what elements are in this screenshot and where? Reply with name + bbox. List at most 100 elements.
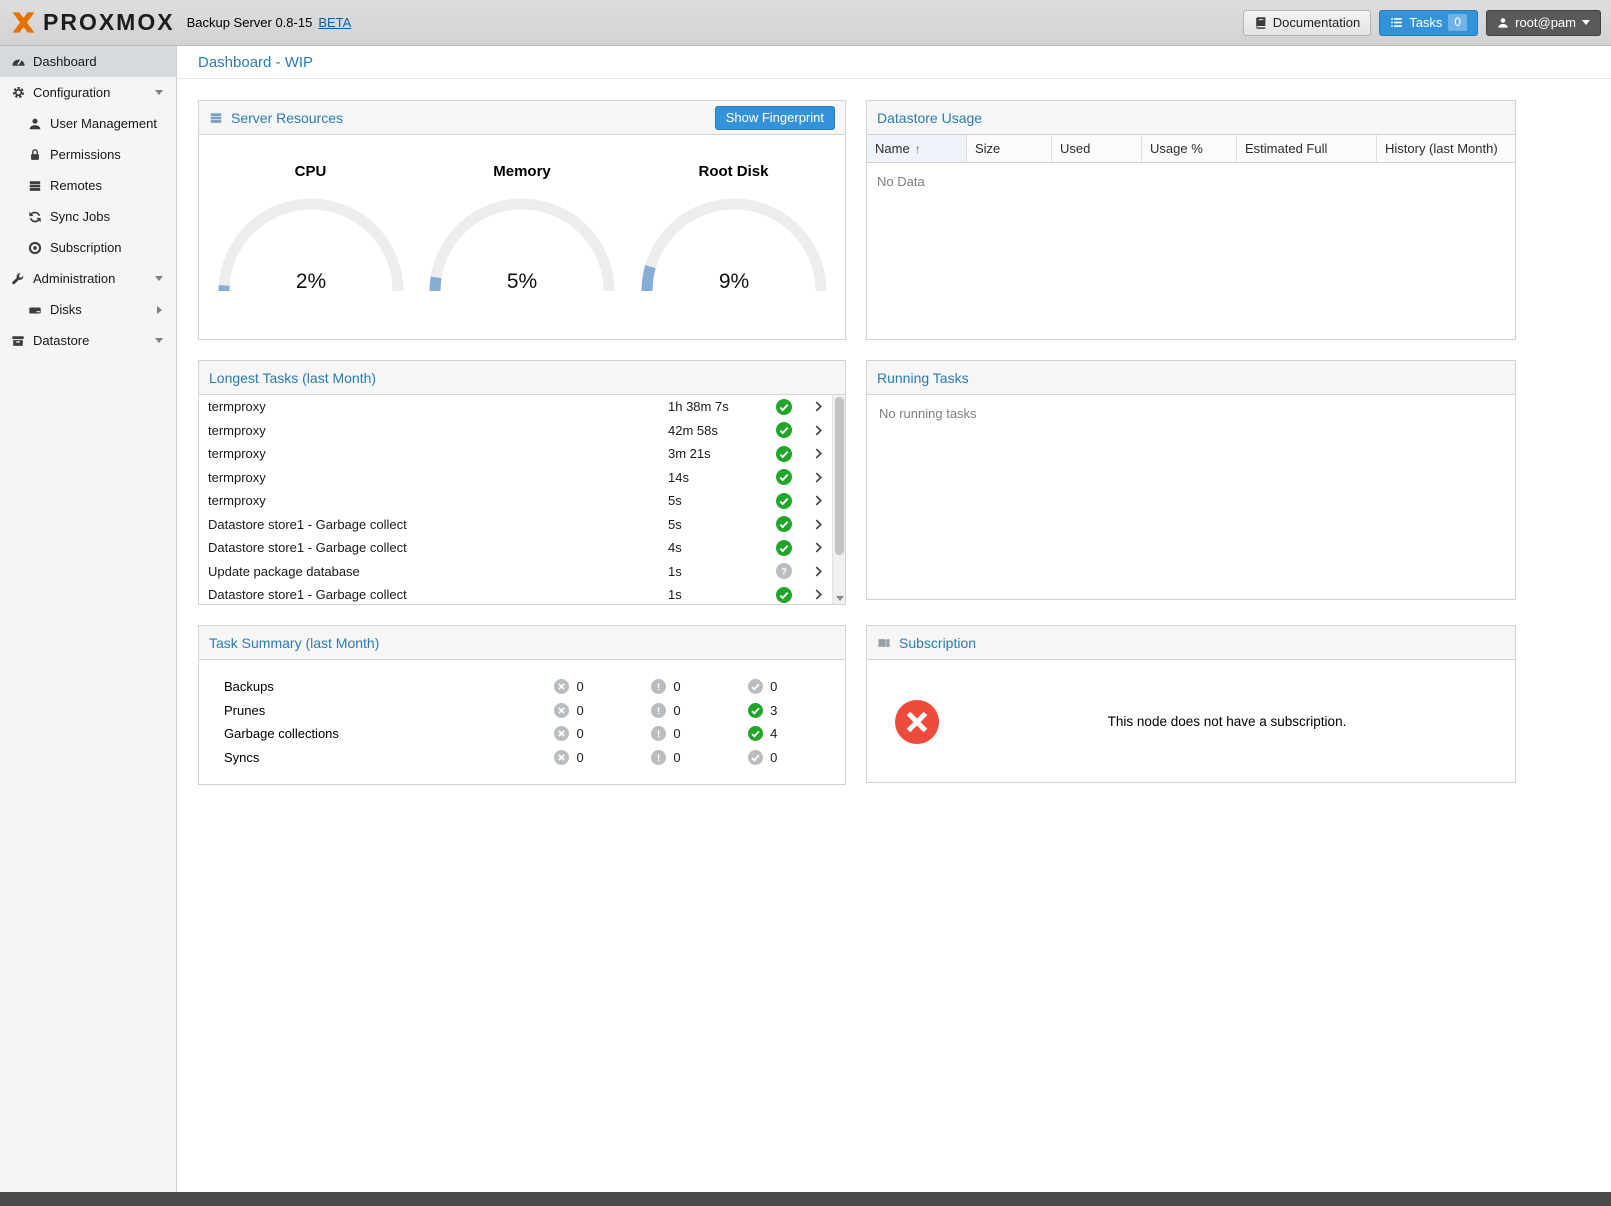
task-row[interactable]: termproxy42m 58s bbox=[199, 419, 834, 443]
svg-text:?: ? bbox=[781, 567, 787, 578]
task-name: termproxy bbox=[208, 493, 668, 508]
panel-title: Subscription bbox=[899, 635, 976, 651]
gauge-label: Root Disk bbox=[634, 163, 834, 180]
open-task-button[interactable] bbox=[803, 424, 833, 437]
svg-text:!: ! bbox=[657, 753, 660, 763]
scrollbar-thumb[interactable] bbox=[835, 397, 844, 555]
column-header-size[interactable]: Size bbox=[967, 135, 1052, 162]
panel-title: Task Summary (last Month) bbox=[209, 635, 379, 651]
task-row[interactable]: termproxy5s bbox=[199, 489, 834, 513]
gauge-arc: 5% bbox=[427, 196, 617, 296]
app-title: Backup Server 0.8-15 bbox=[187, 15, 313, 30]
count-value: 0 bbox=[576, 679, 583, 694]
summary-error-count: 0 bbox=[554, 750, 651, 765]
sidebar-item-remotes[interactable]: Remotes bbox=[0, 170, 176, 201]
open-task-button[interactable] bbox=[803, 447, 833, 460]
column-label: Size bbox=[975, 141, 1000, 156]
app-header: PROXMOX Backup Server 0.8-15 BETA Docume… bbox=[0, 0, 1611, 46]
open-task-button[interactable] bbox=[803, 518, 833, 531]
status-ok-icon bbox=[776, 516, 792, 532]
show-fingerprint-button[interactable]: Show Fingerprint bbox=[715, 106, 835, 130]
task-row[interactable]: Update package database1s? bbox=[199, 560, 834, 584]
count-value: 0 bbox=[576, 750, 583, 765]
column-header-name[interactable]: Name↑ bbox=[867, 135, 967, 162]
gears-icon bbox=[10, 85, 26, 101]
gauge-memory: Memory 5% bbox=[422, 163, 622, 340]
gauge-value: 5% bbox=[507, 270, 537, 293]
task-name: Datastore store1 - Garbage collect bbox=[208, 540, 668, 555]
summary-ok-count: 0 bbox=[748, 750, 845, 765]
task-summary-body: Backups0!00Prunes0!03Garbage collections… bbox=[199, 660, 845, 769]
chevron-down-icon bbox=[155, 276, 163, 281]
logo-text: PROXMOX bbox=[43, 9, 175, 36]
count-value: 0 bbox=[673, 703, 680, 718]
user-menu-button[interactable]: root@pam bbox=[1486, 10, 1601, 36]
error-count-icon bbox=[554, 726, 569, 741]
times-circle-icon bbox=[895, 700, 939, 744]
documentation-button[interactable]: Documentation bbox=[1243, 10, 1371, 36]
sidebar-item-permissions[interactable]: Permissions bbox=[0, 139, 176, 170]
sidebar-item-label: Remotes bbox=[50, 178, 102, 193]
task-row[interactable]: termproxy14s bbox=[199, 466, 834, 490]
sidebar-item-configuration[interactable]: Configuration bbox=[0, 77, 176, 108]
chevron-right-icon bbox=[812, 565, 825, 578]
status-ok-icon bbox=[776, 493, 792, 509]
column-header-estimated-full[interactable]: Estimated Full bbox=[1237, 135, 1377, 162]
column-header-used[interactable]: Used bbox=[1052, 135, 1142, 162]
column-label: Name bbox=[875, 141, 910, 156]
window-footer bbox=[0, 1192, 1611, 1206]
count-value: 4 bbox=[770, 726, 777, 741]
task-status bbox=[765, 446, 803, 462]
page-title: Dashboard - WIP bbox=[198, 54, 313, 71]
resource-gauges: CPU 2% Memory 5% Root Disk 9% bbox=[199, 135, 845, 340]
svg-text:!: ! bbox=[657, 706, 660, 716]
task-row[interactable]: Datastore store1 - Garbage collect5s bbox=[199, 513, 834, 537]
open-task-button[interactable] bbox=[803, 471, 833, 484]
open-task-button[interactable] bbox=[803, 400, 833, 413]
task-row[interactable]: Datastore store1 - Garbage collect1s bbox=[199, 583, 834, 605]
task-name: termproxy bbox=[208, 423, 668, 438]
refresh-icon bbox=[27, 209, 43, 225]
open-task-button[interactable] bbox=[803, 588, 833, 601]
summary-row-syncs: Syncs0!00 bbox=[224, 746, 845, 770]
open-task-button[interactable] bbox=[803, 565, 833, 578]
sidebar-item-user-management[interactable]: User Management bbox=[0, 108, 176, 139]
beta-link[interactable]: BETA bbox=[318, 15, 351, 30]
summary-ok-count: 4 bbox=[748, 726, 845, 741]
task-row[interactable]: Datastore store1 - Garbage collect4s bbox=[199, 536, 834, 560]
gauge-value: 9% bbox=[718, 270, 748, 293]
panel-title: Datastore Usage bbox=[877, 110, 982, 126]
gauge-value: 2% bbox=[295, 270, 325, 293]
open-task-button[interactable] bbox=[803, 541, 833, 554]
page-titlebar: Dashboard - WIP bbox=[178, 46, 1611, 79]
chevron-right-icon bbox=[812, 447, 825, 460]
panel-title: Running Tasks bbox=[877, 370, 969, 386]
task-row[interactable]: termproxy3m 21s bbox=[199, 442, 834, 466]
sidebar-item-administration[interactable]: Administration bbox=[0, 263, 176, 294]
column-header-history-last-month[interactable]: History (last Month) bbox=[1377, 135, 1515, 162]
column-header-usage[interactable]: Usage % bbox=[1142, 135, 1237, 162]
open-task-button[interactable] bbox=[803, 494, 833, 507]
task-row[interactable]: termproxy1h 38m 7s bbox=[199, 395, 834, 419]
sidebar-item-dashboard[interactable]: Dashboard bbox=[0, 46, 176, 77]
summary-ok-count: 0 bbox=[748, 679, 845, 694]
status-unknown-icon: ? bbox=[776, 563, 792, 579]
scroll-down-arrow-icon[interactable] bbox=[836, 596, 844, 601]
status-ok-icon bbox=[776, 587, 792, 603]
summary-label: Syncs bbox=[224, 750, 554, 765]
sidebar-item-label: Administration bbox=[33, 271, 115, 286]
panel-title: Longest Tasks (last Month) bbox=[209, 370, 376, 386]
sidebar-item-datastore[interactable]: Datastore bbox=[0, 325, 176, 356]
summary-warning-count: !0 bbox=[651, 679, 748, 694]
summary-label: Prunes bbox=[224, 703, 554, 718]
sidebar-item-subscription[interactable]: Subscription bbox=[0, 232, 176, 263]
documentation-label: Documentation bbox=[1273, 15, 1360, 30]
scrollbar-track[interactable] bbox=[832, 395, 845, 605]
tasks-button[interactable]: Tasks 0 bbox=[1379, 10, 1478, 36]
sidebar-item-sync-jobs[interactable]: Sync Jobs bbox=[0, 201, 176, 232]
summary-warning-count: !0 bbox=[651, 726, 748, 741]
sidebar-item-label: User Management bbox=[50, 116, 157, 131]
gauge-arc: 9% bbox=[639, 196, 829, 296]
sidebar-item-disks[interactable]: Disks bbox=[0, 294, 176, 325]
task-duration: 3m 21s bbox=[668, 446, 765, 461]
